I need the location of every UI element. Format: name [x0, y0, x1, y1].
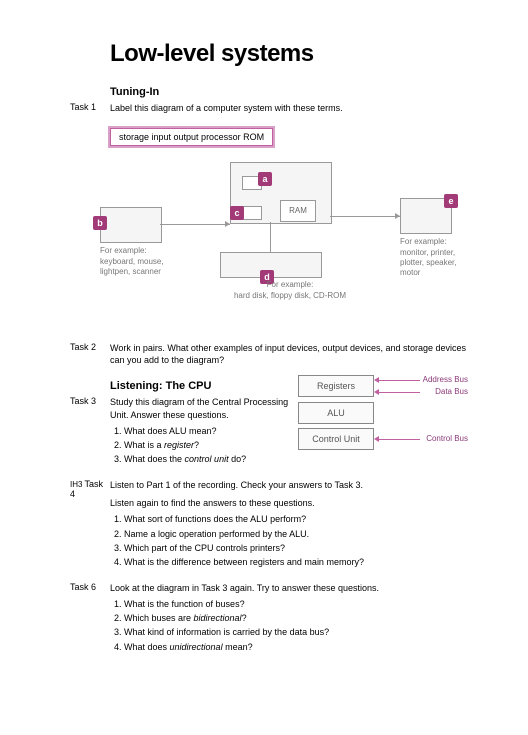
task6-q4: What does unidirectional mean? — [124, 641, 468, 653]
task1-label: Task 1 — [70, 102, 110, 114]
caption-storage: For example: hard disk, floppy disk, CD-… — [220, 280, 360, 301]
task3-body: Study this diagram of the Central Proces… — [110, 396, 294, 471]
task6-body: Look at the diagram in Task 3 again. Try… — [110, 582, 468, 659]
task3-q3: What does the control unit do? — [124, 453, 294, 465]
connector — [270, 222, 271, 252]
terms-box: storage input output processor ROM — [110, 128, 273, 146]
caption-input: For example: keyboard, mouse, lightpen, … — [100, 246, 170, 277]
task4-q2: Name a logic operation performed by the … — [124, 528, 468, 540]
computer-system-diagram: CPU RAM a b c d e For example: keyboard,… — [100, 162, 468, 332]
task4-text2: Listen again to find the answers to thes… — [110, 497, 468, 509]
arrow-icon — [395, 213, 400, 219]
task3-q2: What is a register? — [124, 439, 294, 451]
badge-c: c — [230, 206, 244, 220]
task3-label: Task 3 — [70, 396, 110, 471]
task6-label: Task 6 — [70, 582, 110, 659]
task4-q1: What sort of functions does the ALU perf… — [124, 513, 468, 525]
alu-box: ALU — [298, 402, 374, 424]
box-c — [242, 206, 262, 220]
task4-q4: What is the difference between registers… — [124, 556, 468, 568]
address-bus: Address Bus — [374, 374, 468, 386]
task6-q1: What is the function of buses? — [124, 598, 468, 610]
task4-body: Listen to Part 1 of the recording. Check… — [110, 479, 468, 574]
task4-label: IH3Task 4 — [70, 479, 110, 574]
ram-box: RAM — [280, 200, 316, 222]
registers-box: Registers — [298, 375, 374, 397]
arrow-icon — [225, 221, 230, 227]
task4-text1: Listen to Part 1 of the recording. Check… — [110, 479, 468, 491]
task6-q2: Which buses are bidirectional? — [124, 612, 468, 624]
task6-intro: Look at the diagram in Task 3 again. Try… — [110, 582, 468, 594]
task2-text: Work in pairs. What other examples of in… — [110, 342, 468, 366]
task3-text: Study this diagram of the Central Proces… — [110, 396, 294, 420]
task4-q3: Which part of the CPU controls printers? — [124, 542, 468, 554]
input-box — [100, 207, 162, 243]
section-listening: Listening: The CPU — [110, 380, 294, 392]
task2-label: Task 2 — [70, 342, 110, 366]
caption-output: For example: monitor, printer, plotter, … — [400, 237, 470, 279]
section-tuning-in: Tuning-In — [110, 86, 468, 98]
task6-q3: What kind of information is carried by t… — [124, 626, 468, 638]
task1-text: Label this diagram of a computer system … — [110, 102, 468, 114]
badge-a: a — [258, 172, 272, 186]
control-bus: Control Bus — [374, 433, 468, 445]
page-title: Low-level systems — [110, 40, 468, 68]
task3-q1: What does ALU mean? — [124, 425, 294, 437]
connector — [330, 216, 400, 217]
badge-b: b — [93, 216, 107, 230]
cpu-diagram: Registers Address Bus Data Bus ALU Contr… — [298, 374, 468, 454]
connector — [160, 224, 230, 225]
control-unit-box: Control Unit — [298, 428, 374, 450]
badge-e: e — [444, 194, 458, 208]
data-bus: Data Bus — [374, 386, 468, 398]
